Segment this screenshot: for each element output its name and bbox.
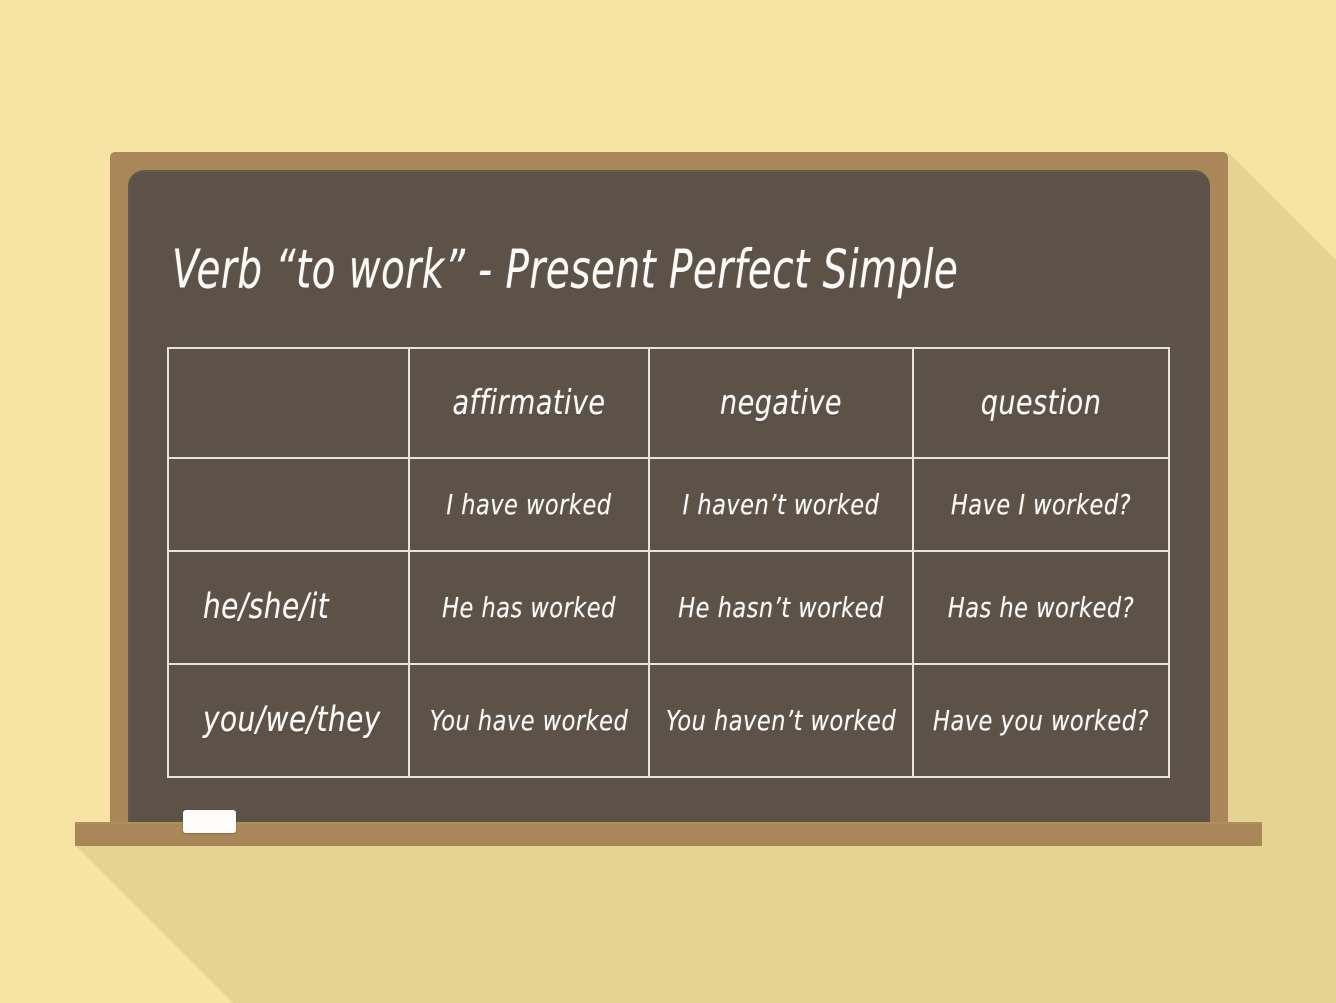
cell-text-negative: He hasn’t worked — [678, 590, 884, 624]
cell-text-negative: You haven’t worked — [665, 704, 897, 737]
cell-text-question: Has he worked? — [947, 590, 1135, 624]
chalk-stick-icon — [183, 810, 236, 833]
cell-affirmative: You have worked — [408, 662, 650, 779]
cell-negative: You haven’t worked — [648, 662, 914, 779]
cell-negative: I haven’t worked — [648, 457, 914, 552]
chalk-ledge — [75, 822, 1262, 846]
row-label: you/we/they — [203, 700, 381, 741]
cell-text-affirmative: He has worked — [442, 590, 616, 624]
conjugation-table-container: affirmative negative question I have wor… — [167, 346, 1170, 779]
row-label: he/she/it — [203, 586, 330, 628]
header-cell-affirmative: affirmative — [408, 346, 650, 460]
cell-question: Have I worked? — [912, 457, 1170, 552]
table-row: you/we/they You have worked You haven’t … — [167, 662, 1170, 779]
cell-question: Have you worked? — [912, 662, 1170, 779]
header-label-negative: negative — [719, 383, 843, 423]
table-row: he/she/it He has worked He hasn’t worked… — [167, 549, 1170, 665]
page-title: Verb “to work” - Present Perfect Simple — [172, 237, 959, 301]
cell-text-negative: I haven’t worked — [682, 488, 880, 521]
table-header-row: affirmative negative question — [167, 346, 1170, 460]
table-row: I have worked I haven’t worked Have I wo… — [167, 457, 1170, 552]
header-cell-question: question — [912, 346, 1170, 460]
cell-text-affirmative: You have worked — [429, 704, 629, 737]
header-cell-negative: negative — [648, 346, 914, 460]
cell-text-affirmative: I have worked — [446, 488, 612, 521]
row-label-cell — [167, 457, 410, 552]
ledge-long-shadow — [75, 845, 1336, 1003]
cell-affirmative: He has worked — [408, 549, 650, 665]
row-label-cell: you/we/they — [167, 662, 410, 779]
cell-question: Has he worked? — [912, 549, 1170, 665]
header-label-question: question — [980, 383, 1102, 423]
row-label-cell: he/she/it — [167, 549, 410, 665]
cell-negative: He hasn’t worked — [648, 549, 914, 665]
cell-affirmative: I have worked — [408, 457, 650, 552]
conjugation-table: affirmative negative question I have wor… — [167, 346, 1170, 779]
cell-text-question: Have you worked? — [933, 704, 1149, 737]
cell-text-question: Have I worked? — [950, 488, 1132, 521]
header-cell-pronoun — [167, 346, 410, 460]
header-label-affirmative: affirmative — [452, 383, 606, 423]
chalkboard-scene: Verb “to work” - Present Perfect Simple … — [0, 0, 1336, 1003]
chalk-ledge-highlight — [75, 822, 1262, 824]
